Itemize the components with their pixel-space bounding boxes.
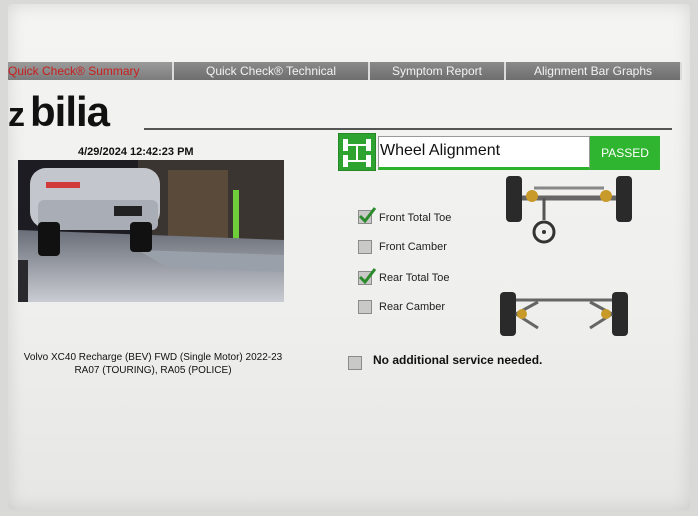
- alignment-status-badge: PASSED: [590, 136, 660, 170]
- logo-text: bilia: [30, 88, 110, 135]
- check-no-service[interactable]: [348, 356, 362, 370]
- logo-mark-icon: z: [8, 96, 25, 134]
- wheel-alignment-icon: [338, 133, 376, 171]
- check-label-front-camber: Front Camber: [379, 241, 447, 253]
- tab-alignment-bar-graphs[interactable]: Alignment Bar Graphs: [506, 62, 682, 80]
- check-label-front-total-toe: Front Total Toe: [379, 212, 452, 224]
- check-front-camber[interactable]: [358, 240, 372, 254]
- checkmark-icon: [358, 268, 376, 285]
- app-screen: Quick Check® Summary Quick Check® Techni…: [8, 4, 690, 510]
- check-rear-total-toe[interactable]: [358, 268, 376, 285]
- check-label-rear-total-toe: Rear Total Toe: [379, 272, 450, 284]
- tab-symptom-report[interactable]: Symptom Report: [370, 62, 506, 80]
- tab-quick-check-summary[interactable]: Quick Check® Summary: [8, 62, 174, 80]
- check-label-rear-camber: Rear Camber: [379, 301, 446, 313]
- check-rear-camber[interactable]: [358, 300, 372, 314]
- front-axle-icon: [506, 176, 632, 244]
- vehicle-codes: RA07 (TOURING), RA05 (POLICE): [74, 365, 232, 376]
- rear-axle-icon: [500, 292, 628, 336]
- vehicle-model: Volvo XC40 Recharge (BEV) FWD (Single Mo…: [23, 352, 283, 363]
- tab-bar: Quick Check® Summary Quick Check® Techni…: [8, 62, 690, 80]
- alignment-title: Wheel Alignment: [380, 142, 501, 159]
- vehicle-description: Volvo XC40 Recharge (BEV) FWD (Single Mo…: [18, 351, 288, 377]
- check-front-total-toe[interactable]: [358, 207, 376, 224]
- service-message: No additional service needed.: [373, 353, 543, 367]
- vehicle-photo: [18, 160, 284, 302]
- checkmark-icon: [358, 207, 376, 224]
- tab-quick-check-technical[interactable]: Quick Check® Technical: [174, 62, 370, 80]
- brand-logo: z bilia: [8, 88, 110, 136]
- header-divider: [144, 128, 672, 130]
- report-datetime: 4/29/2024 12:42:23 PM: [78, 146, 194, 158]
